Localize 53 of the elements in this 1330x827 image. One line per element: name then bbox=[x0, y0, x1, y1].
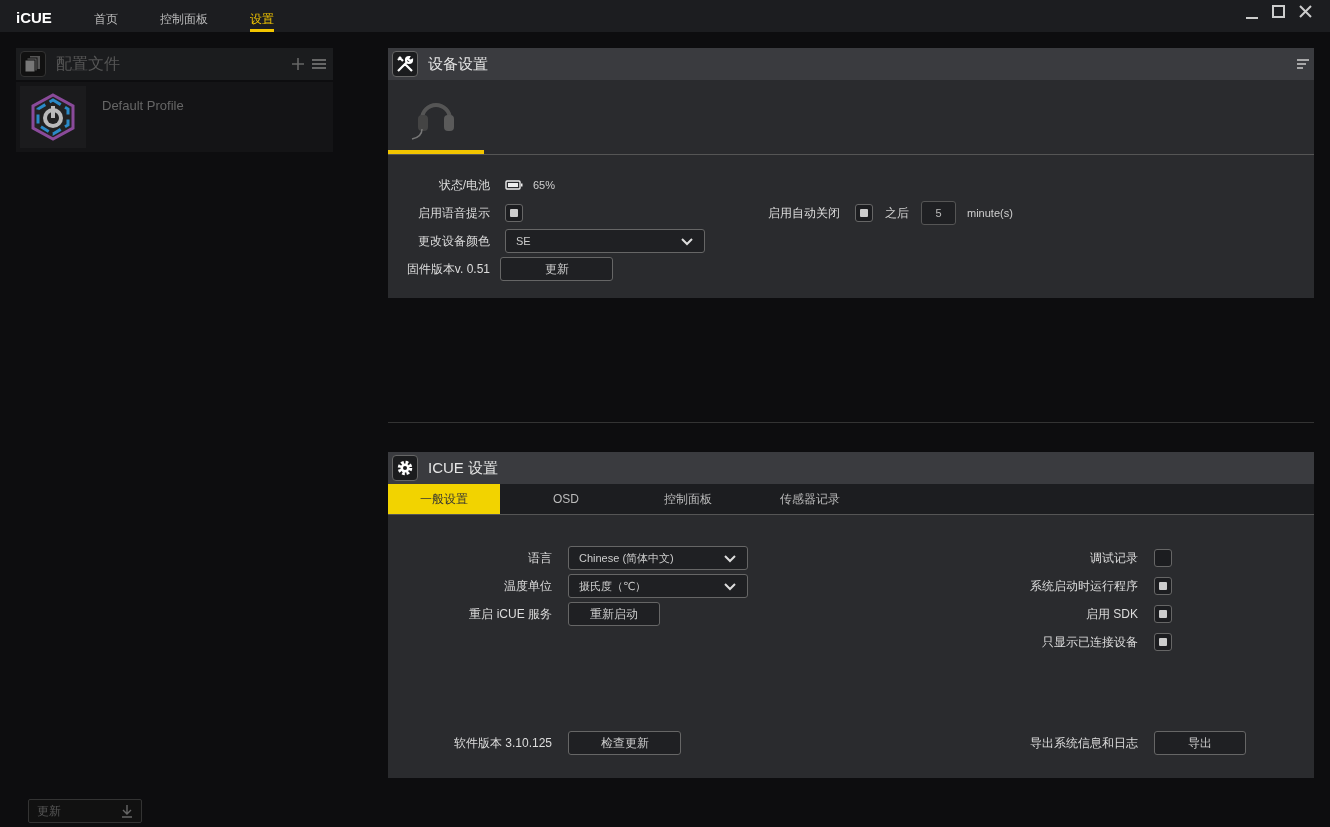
option-label: 启用 SDK bbox=[1086, 606, 1138, 623]
section-title: ICUE 设置 bbox=[428, 457, 499, 478]
field-label: 重启 iCUE 服务 bbox=[468, 606, 552, 623]
app-logo: iCUE bbox=[15, 8, 53, 28]
check-updates-button[interactable]: 检查更新 bbox=[568, 730, 681, 755]
settings-tab[interactable]: 一般设置 bbox=[388, 484, 500, 514]
battery-reading: 65% bbox=[533, 177, 556, 193]
battery-icon bbox=[505, 180, 523, 190]
field-label: 温度单位 bbox=[503, 578, 552, 595]
restart-button[interactable]: 重新启动 bbox=[568, 602, 660, 626]
nav-tab[interactable]: 首页 bbox=[94, 0, 118, 32]
nav-tab[interactable]: 设置 bbox=[250, 0, 274, 32]
field-label: 启用语音提示 bbox=[417, 205, 490, 222]
option-label: 调试记录 bbox=[1090, 550, 1138, 567]
unit-label: minute(s) bbox=[967, 205, 1013, 221]
profile-icon bbox=[31, 93, 75, 141]
dropdown[interactable]: Chinese (简体中文) bbox=[568, 546, 748, 570]
version-label: 软件版本 3.10.125 bbox=[452, 734, 552, 752]
field-label: 固件版本v. 0.51 bbox=[405, 261, 490, 278]
download-icon bbox=[121, 804, 133, 818]
checkbox[interactable] bbox=[505, 204, 523, 222]
tools-icon bbox=[396, 55, 414, 73]
nav-tab[interactable]: 控制面板 bbox=[160, 0, 208, 32]
section-title: 设备设置 bbox=[428, 53, 489, 74]
chevron-down-icon bbox=[680, 235, 694, 247]
checkbox[interactable] bbox=[1154, 577, 1172, 595]
option-label: 只显示已连接设备 bbox=[1042, 634, 1138, 651]
settings-tab[interactable]: 传感器记录 bbox=[754, 484, 866, 514]
field-label: 更改设备颜色 bbox=[417, 233, 490, 250]
minutes-field[interactable]: 5 bbox=[921, 201, 956, 225]
chevron-down-icon bbox=[723, 580, 737, 592]
export-button[interactable]: 导出 bbox=[1154, 730, 1246, 755]
profiles-icon bbox=[24, 55, 42, 73]
checkbox[interactable] bbox=[855, 204, 873, 222]
field-label: 之后 bbox=[885, 205, 909, 222]
chevron-down-icon bbox=[723, 552, 737, 564]
settings-tab[interactable]: 控制面板 bbox=[632, 484, 744, 514]
export-label: 导出系统信息和日志 bbox=[1030, 734, 1138, 752]
menu-icon[interactable] bbox=[1296, 58, 1310, 70]
add-icon[interactable] bbox=[291, 57, 305, 71]
checkbox[interactable] bbox=[1154, 605, 1172, 623]
field-label: 启用自动关闭 bbox=[767, 205, 840, 222]
dropdown[interactable]: 摄氏度（℃） bbox=[568, 574, 748, 598]
checkbox[interactable] bbox=[1154, 549, 1172, 567]
checkbox[interactable] bbox=[1154, 633, 1172, 651]
settings-icon bbox=[396, 459, 414, 477]
field-label: 语言 bbox=[527, 550, 552, 567]
menu-icon[interactable] bbox=[311, 57, 327, 71]
settings-tab[interactable]: OSD bbox=[510, 484, 622, 514]
update-button[interactable]: 更新 bbox=[500, 257, 613, 281]
option-label: 系统启动时运行程序 bbox=[1030, 578, 1138, 595]
field-label: 状态/电池 bbox=[437, 177, 490, 194]
color-dropdown[interactable]: SE bbox=[505, 229, 705, 253]
